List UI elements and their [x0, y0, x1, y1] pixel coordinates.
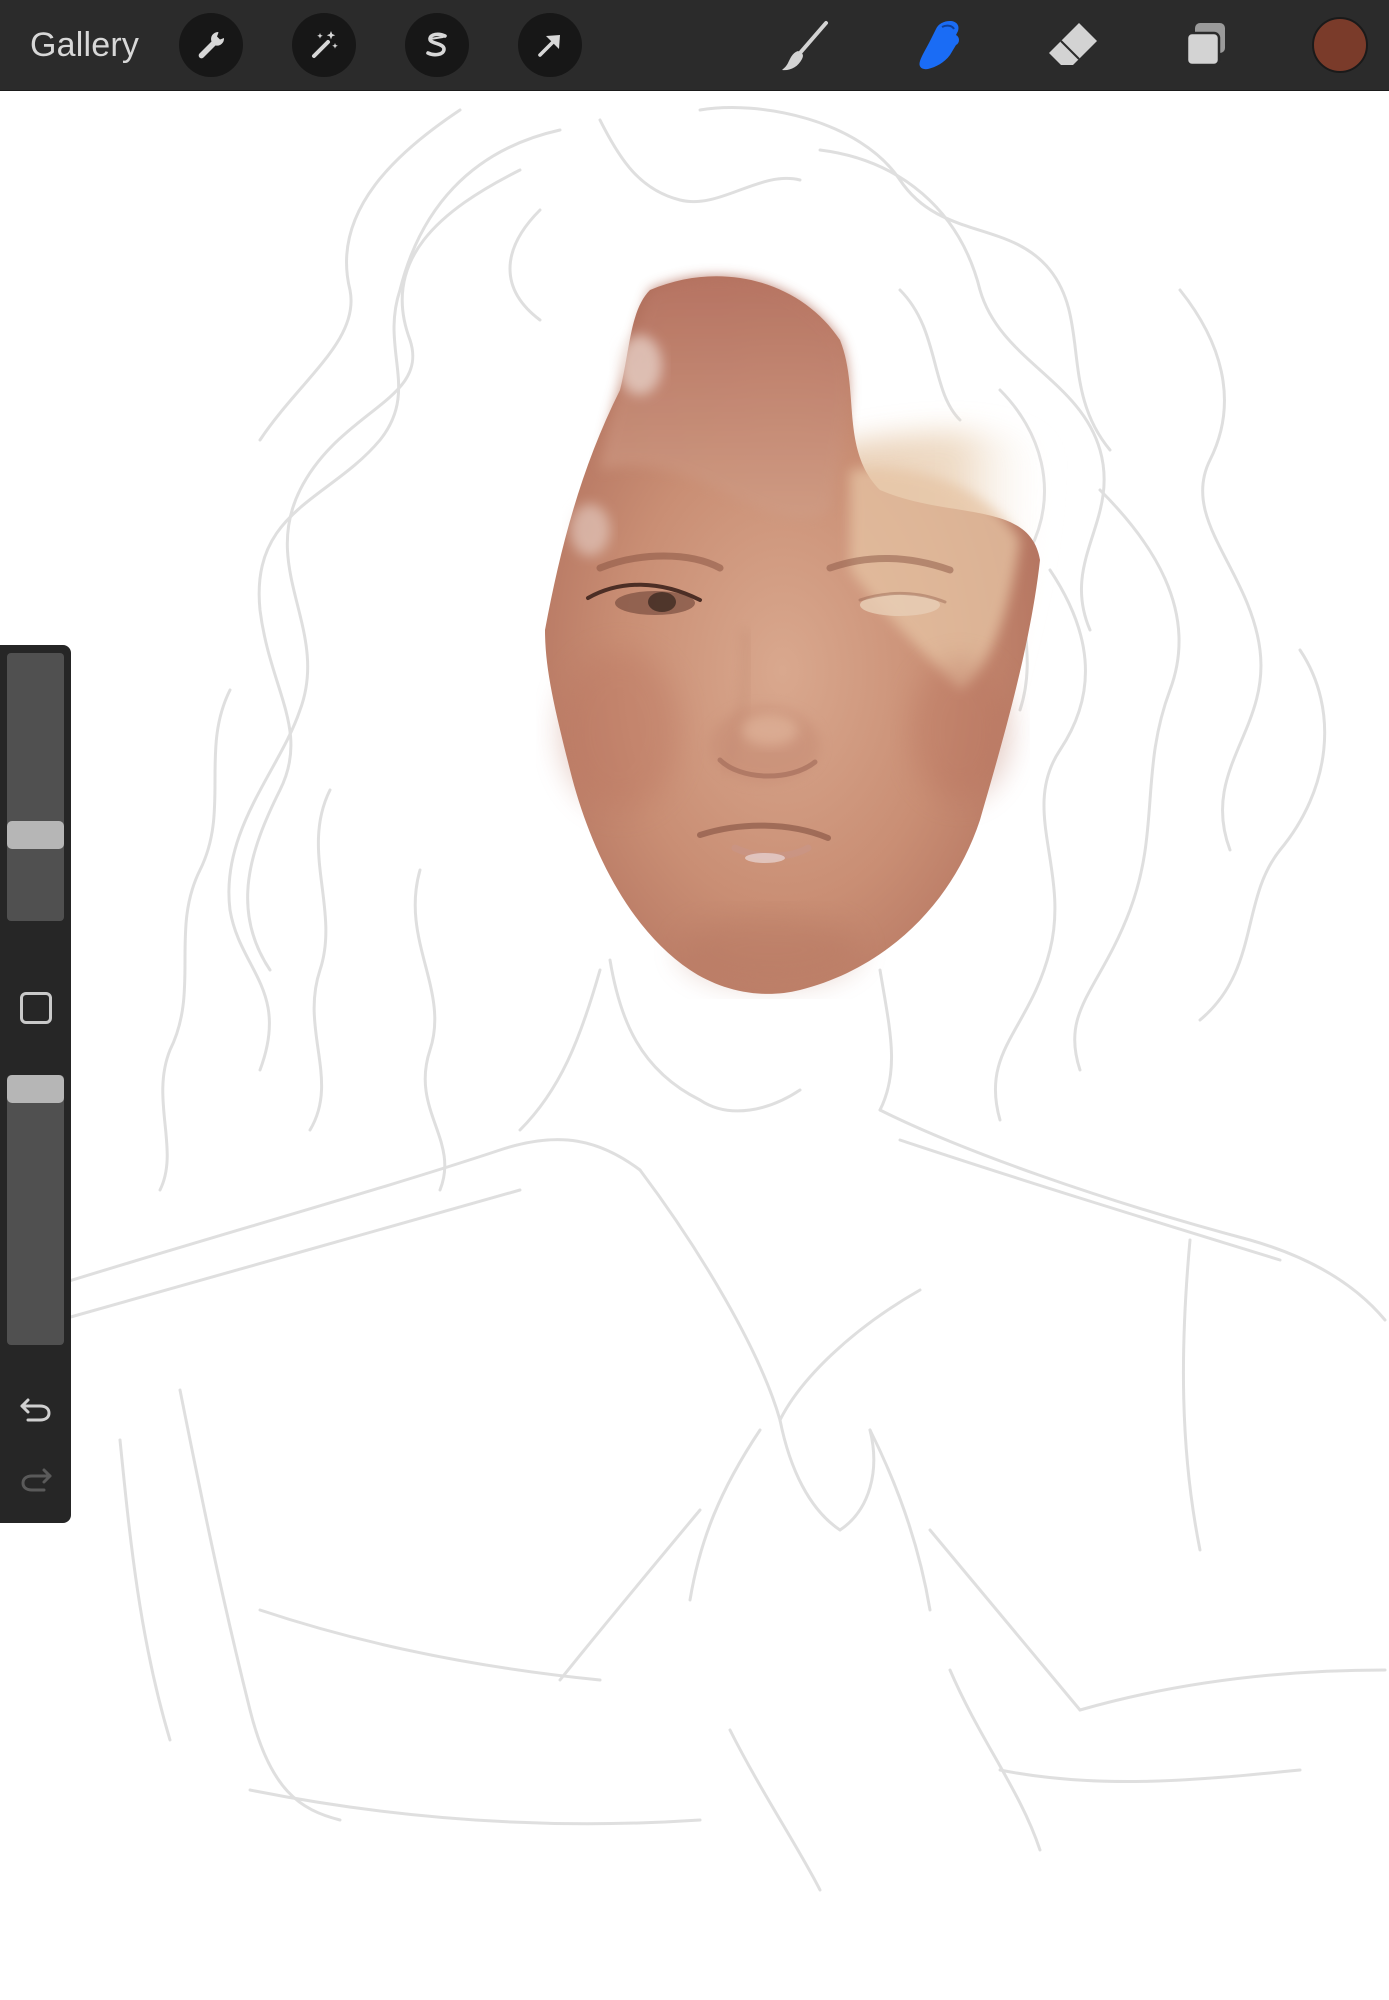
smudge-button[interactable]: [907, 12, 973, 78]
brush-size-thumb[interactable]: [7, 821, 64, 849]
brush-opacity-slider[interactable]: [7, 1075, 64, 1345]
drawing-canvas[interactable]: [0, 90, 1389, 2000]
wrench-icon: [198, 32, 225, 59]
brush-opacity-thumb[interactable]: [7, 1075, 64, 1103]
arrow-cursor-icon: [538, 35, 560, 57]
layers-icon: [1185, 23, 1225, 67]
brush-size-slider[interactable]: [7, 653, 64, 921]
sidebar: [0, 645, 71, 1523]
undo-arrow-icon: [20, 1398, 51, 1422]
eraser-icon: [1049, 23, 1097, 65]
layers-button[interactable]: [1174, 12, 1240, 78]
top-toolbar: Gallery: [0, 0, 1389, 91]
adjustments-button[interactable]: [292, 13, 356, 77]
procreate-app: Gallery: [0, 0, 1389, 2000]
paint-brush-button[interactable]: [773, 12, 839, 78]
eraser-button[interactable]: [1040, 12, 1106, 78]
transform-button[interactable]: [518, 13, 582, 77]
painted-face: [545, 276, 1050, 994]
smudge-finger-icon: [919, 21, 959, 70]
gallery-button[interactable]: Gallery: [30, 22, 139, 68]
redo-arrow-icon: [21, 1468, 52, 1492]
selection-button[interactable]: [405, 13, 469, 77]
redo-button[interactable]: [16, 1458, 56, 1498]
modify-button[interactable]: [20, 992, 52, 1024]
actions-button[interactable]: [179, 13, 243, 77]
selection-s-icon: [426, 32, 447, 57]
magic-wand-icon: [312, 31, 338, 58]
undo-button[interactable]: [16, 1388, 56, 1428]
artwork: [38, 106, 1387, 1892]
brush-icon: [782, 21, 828, 71]
color-swatch[interactable]: [1312, 17, 1368, 73]
